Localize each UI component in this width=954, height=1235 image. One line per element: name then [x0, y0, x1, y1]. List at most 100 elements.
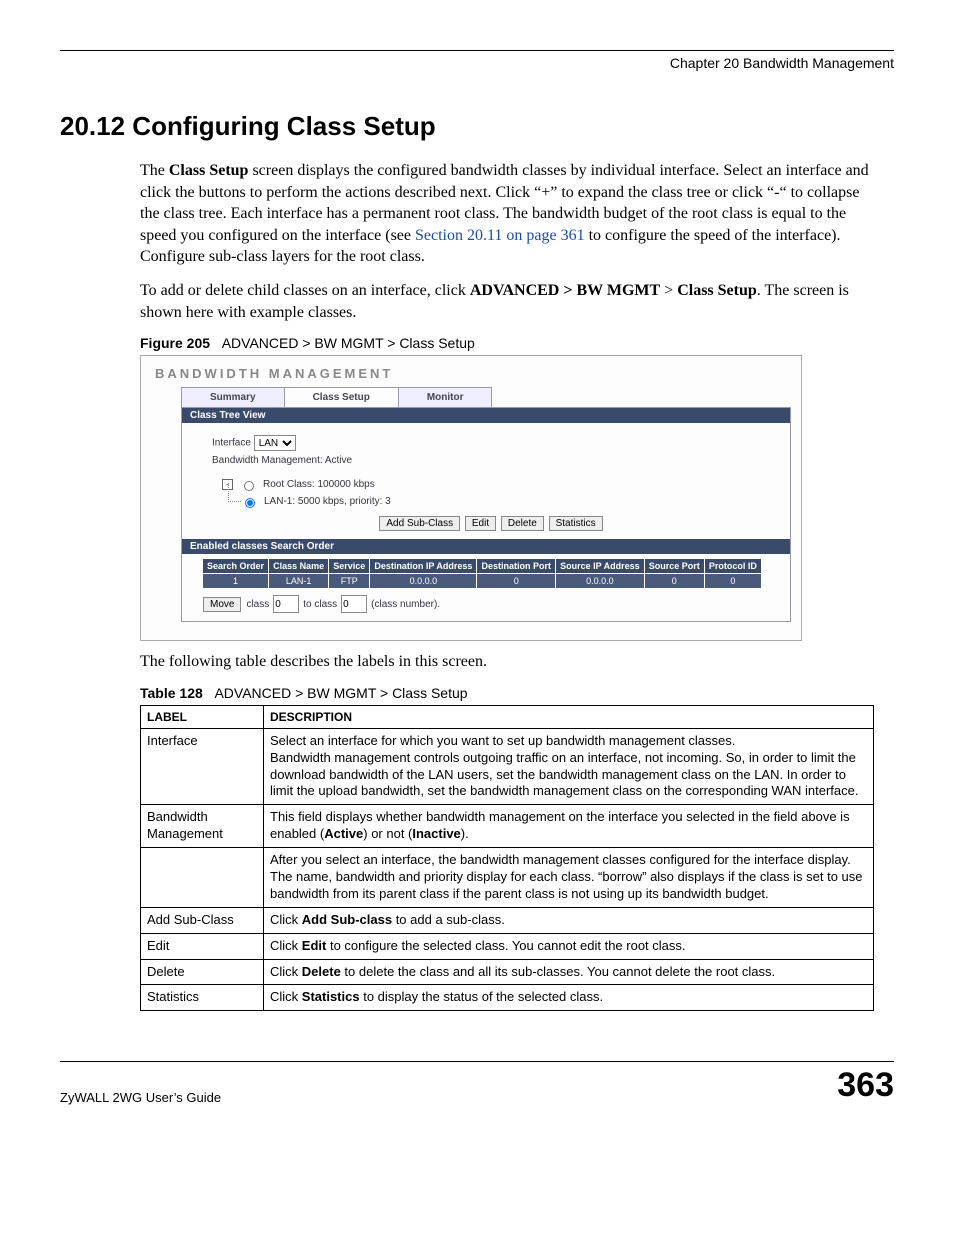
row-description: Select an interface for which you want t… — [264, 728, 874, 805]
bold: Class Setup — [677, 282, 757, 299]
class-tree-bar: Class Tree View — [182, 408, 790, 423]
cell: 0 — [477, 574, 556, 589]
move-text: class — [246, 599, 269, 610]
paragraph-2: To add or delete child classes on an int… — [140, 280, 874, 323]
th-label: LABEL — [141, 705, 264, 728]
row-label: Edit — [141, 933, 264, 959]
bold: Edit — [302, 938, 327, 953]
row-description: Click Statistics to display the status o… — [264, 985, 874, 1011]
tab-monitor[interactable]: Monitor — [398, 387, 493, 407]
row-description: After you select an interface, the bandw… — [264, 848, 874, 908]
text: Click — [270, 912, 302, 927]
table-row: Edit Click Edit to configure the selecte… — [141, 933, 874, 959]
text: to configure the selected class. You can… — [326, 938, 685, 953]
move-class-input-1[interactable] — [273, 595, 299, 613]
cell: FTP — [329, 574, 370, 589]
bold: Delete — [302, 964, 341, 979]
text: Click — [270, 989, 302, 1004]
row-label: Add Sub-Class — [141, 907, 264, 933]
th-dest-port: Destination Port — [477, 559, 556, 574]
th-protocol-id: Protocol ID — [704, 559, 761, 574]
text: Click — [270, 938, 302, 953]
table-header-row: Search Order Class Name Service Destinat… — [203, 559, 762, 574]
row-label: Statistics — [141, 985, 264, 1011]
text: ) or not ( — [363, 826, 412, 841]
figure-label: Figure 205 — [140, 335, 210, 351]
move-text: (class number). — [371, 599, 440, 610]
bold: Add Sub-class — [302, 912, 392, 927]
row-description: Click Add Sub-class to add a sub-class. — [264, 907, 874, 933]
table-caption: Table 128 ADVANCED > BW MGMT > Class Set… — [140, 685, 874, 701]
text: Click — [270, 964, 302, 979]
figure-caption: Figure 205 ADVANCED > BW MGMT > Class Se… — [140, 335, 874, 351]
table-row: Statistics Click Statistics to display t… — [141, 985, 874, 1011]
table-caption-text: ADVANCED > BW MGMT > Class Setup — [214, 685, 467, 701]
bold: Statistics — [302, 989, 360, 1004]
table-row: 1 LAN-1 FTP 0.0.0.0 0 0.0.0.0 0 0 — [203, 574, 762, 589]
row-label: Interface — [141, 728, 264, 805]
screenshot-title: BANDWIDTH MANAGEMENT — [155, 366, 791, 381]
xref-link[interactable]: Section 20.11 on page 361 — [415, 227, 585, 244]
interface-label: Interface — [212, 438, 251, 449]
tab-class-setup[interactable]: Class Setup — [284, 387, 399, 407]
table-row: Add Sub-Class Click Add Sub-class to add… — [141, 907, 874, 933]
interface-select[interactable]: LAN — [254, 435, 296, 451]
cell: 1 — [203, 574, 269, 589]
figure-caption-text: ADVANCED > BW MGMT > Class Setup — [222, 335, 475, 351]
root-class-label: Root Class: 100000 kbps — [263, 476, 375, 493]
cell: LAN-1 — [269, 574, 329, 589]
edit-button[interactable]: Edit — [465, 516, 496, 531]
tab-summary[interactable]: Summary — [181, 387, 285, 407]
bm-status-text: Bandwidth Management: Active — [212, 455, 770, 466]
screenshot-main-panel: Class Tree View Interface LAN Bandwidth … — [181, 408, 791, 622]
paragraph-1: The Class Setup screen displays the conf… — [140, 160, 874, 268]
row-description: Click Delete to delete the class and all… — [264, 959, 874, 985]
cell: 0.0.0.0 — [556, 574, 645, 589]
footer-guide-name: ZyWALL 2WG User’s Guide — [60, 1090, 221, 1105]
row-label: Bandwidth Management — [141, 805, 264, 848]
search-order-bar: Enabled classes Search Order — [182, 539, 790, 554]
bold: Inactive — [412, 826, 460, 841]
search-order-table: Search Order Class Name Service Destinat… — [202, 558, 762, 589]
cell: 0 — [644, 574, 704, 589]
text: Select an interface for which you want t… — [270, 733, 735, 748]
move-button[interactable]: Move — [203, 597, 241, 612]
section-title: 20.12 Configuring Class Setup — [60, 111, 894, 142]
table-row: Interface Select an interface for which … — [141, 728, 874, 805]
th-src-ip: Source IP Address — [556, 559, 645, 574]
text: ). — [461, 826, 469, 841]
row-description: This field displays whether bandwidth ma… — [264, 805, 874, 848]
th-service: Service — [329, 559, 370, 574]
root-class-radio[interactable] — [244, 481, 254, 491]
th-src-port: Source Port — [644, 559, 704, 574]
th-description: DESCRIPTION — [264, 705, 874, 728]
statistics-button[interactable]: Statistics — [549, 516, 603, 531]
bold: Class Setup — [169, 162, 249, 179]
th-search-order: Search Order — [203, 559, 269, 574]
row-label: Delete — [141, 959, 264, 985]
th-dest-ip: Destination IP Address — [370, 559, 477, 574]
text: To add or delete child classes on an int… — [140, 282, 470, 299]
cell: 0 — [704, 574, 761, 589]
button-row: Add Sub-Class Edit Delete Statistics — [212, 516, 770, 531]
text: to delete the class and all its sub-clas… — [341, 964, 775, 979]
post-figure-text: The following table describes the labels… — [140, 651, 874, 673]
table-row: After you select an interface, the bandw… — [141, 848, 874, 908]
text: to display the status of the selected cl… — [360, 989, 604, 1004]
child-class-radio[interactable] — [245, 498, 255, 508]
page-footer: ZyWALL 2WG User’s Guide 363 — [60, 1061, 894, 1105]
class-tree: - Root Class: 100000 kbps LAN-1: 5000 kb… — [222, 476, 770, 510]
move-row: Move class to class (class number). — [202, 595, 790, 613]
add-sub-class-button[interactable]: Add Sub-Class — [379, 516, 460, 531]
bold: ADVANCED > BW MGMT — [470, 282, 660, 299]
child-class-label: LAN-1: 5000 kbps, priority: 3 — [264, 493, 391, 510]
delete-button[interactable]: Delete — [501, 516, 544, 531]
move-class-input-2[interactable] — [341, 595, 367, 613]
text: to add a sub-class. — [392, 912, 505, 927]
text: Bandwidth management controls outgoing t… — [270, 750, 858, 799]
screenshot-panel: BANDWIDTH MANAGEMENT Summary Class Setup… — [140, 355, 802, 641]
tab-bar: Summary Class Setup Monitor — [181, 387, 791, 408]
text: The — [140, 162, 169, 179]
text: > — [660, 282, 677, 299]
description-table: LABEL DESCRIPTION Interface Select an in… — [140, 705, 874, 1012]
